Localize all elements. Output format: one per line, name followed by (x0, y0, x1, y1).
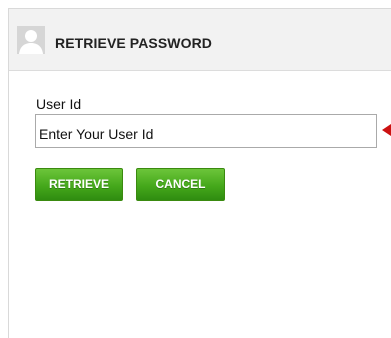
cancel-button[interactable]: CANCEL (136, 168, 225, 201)
retrieve-password-panel: RETRIEVE PASSWORD User Id RETRIEVE CANCE… (8, 8, 391, 338)
user-id-label: User Id (36, 96, 82, 112)
retrieve-button[interactable]: RETRIEVE (35, 168, 123, 201)
user-silhouette-icon (17, 26, 45, 54)
panel-header: RETRIEVE PASSWORD (9, 9, 391, 71)
red-arrow-left-icon (382, 123, 391, 137)
user-id-input[interactable] (35, 114, 377, 148)
page-title: RETRIEVE PASSWORD (55, 35, 213, 51)
